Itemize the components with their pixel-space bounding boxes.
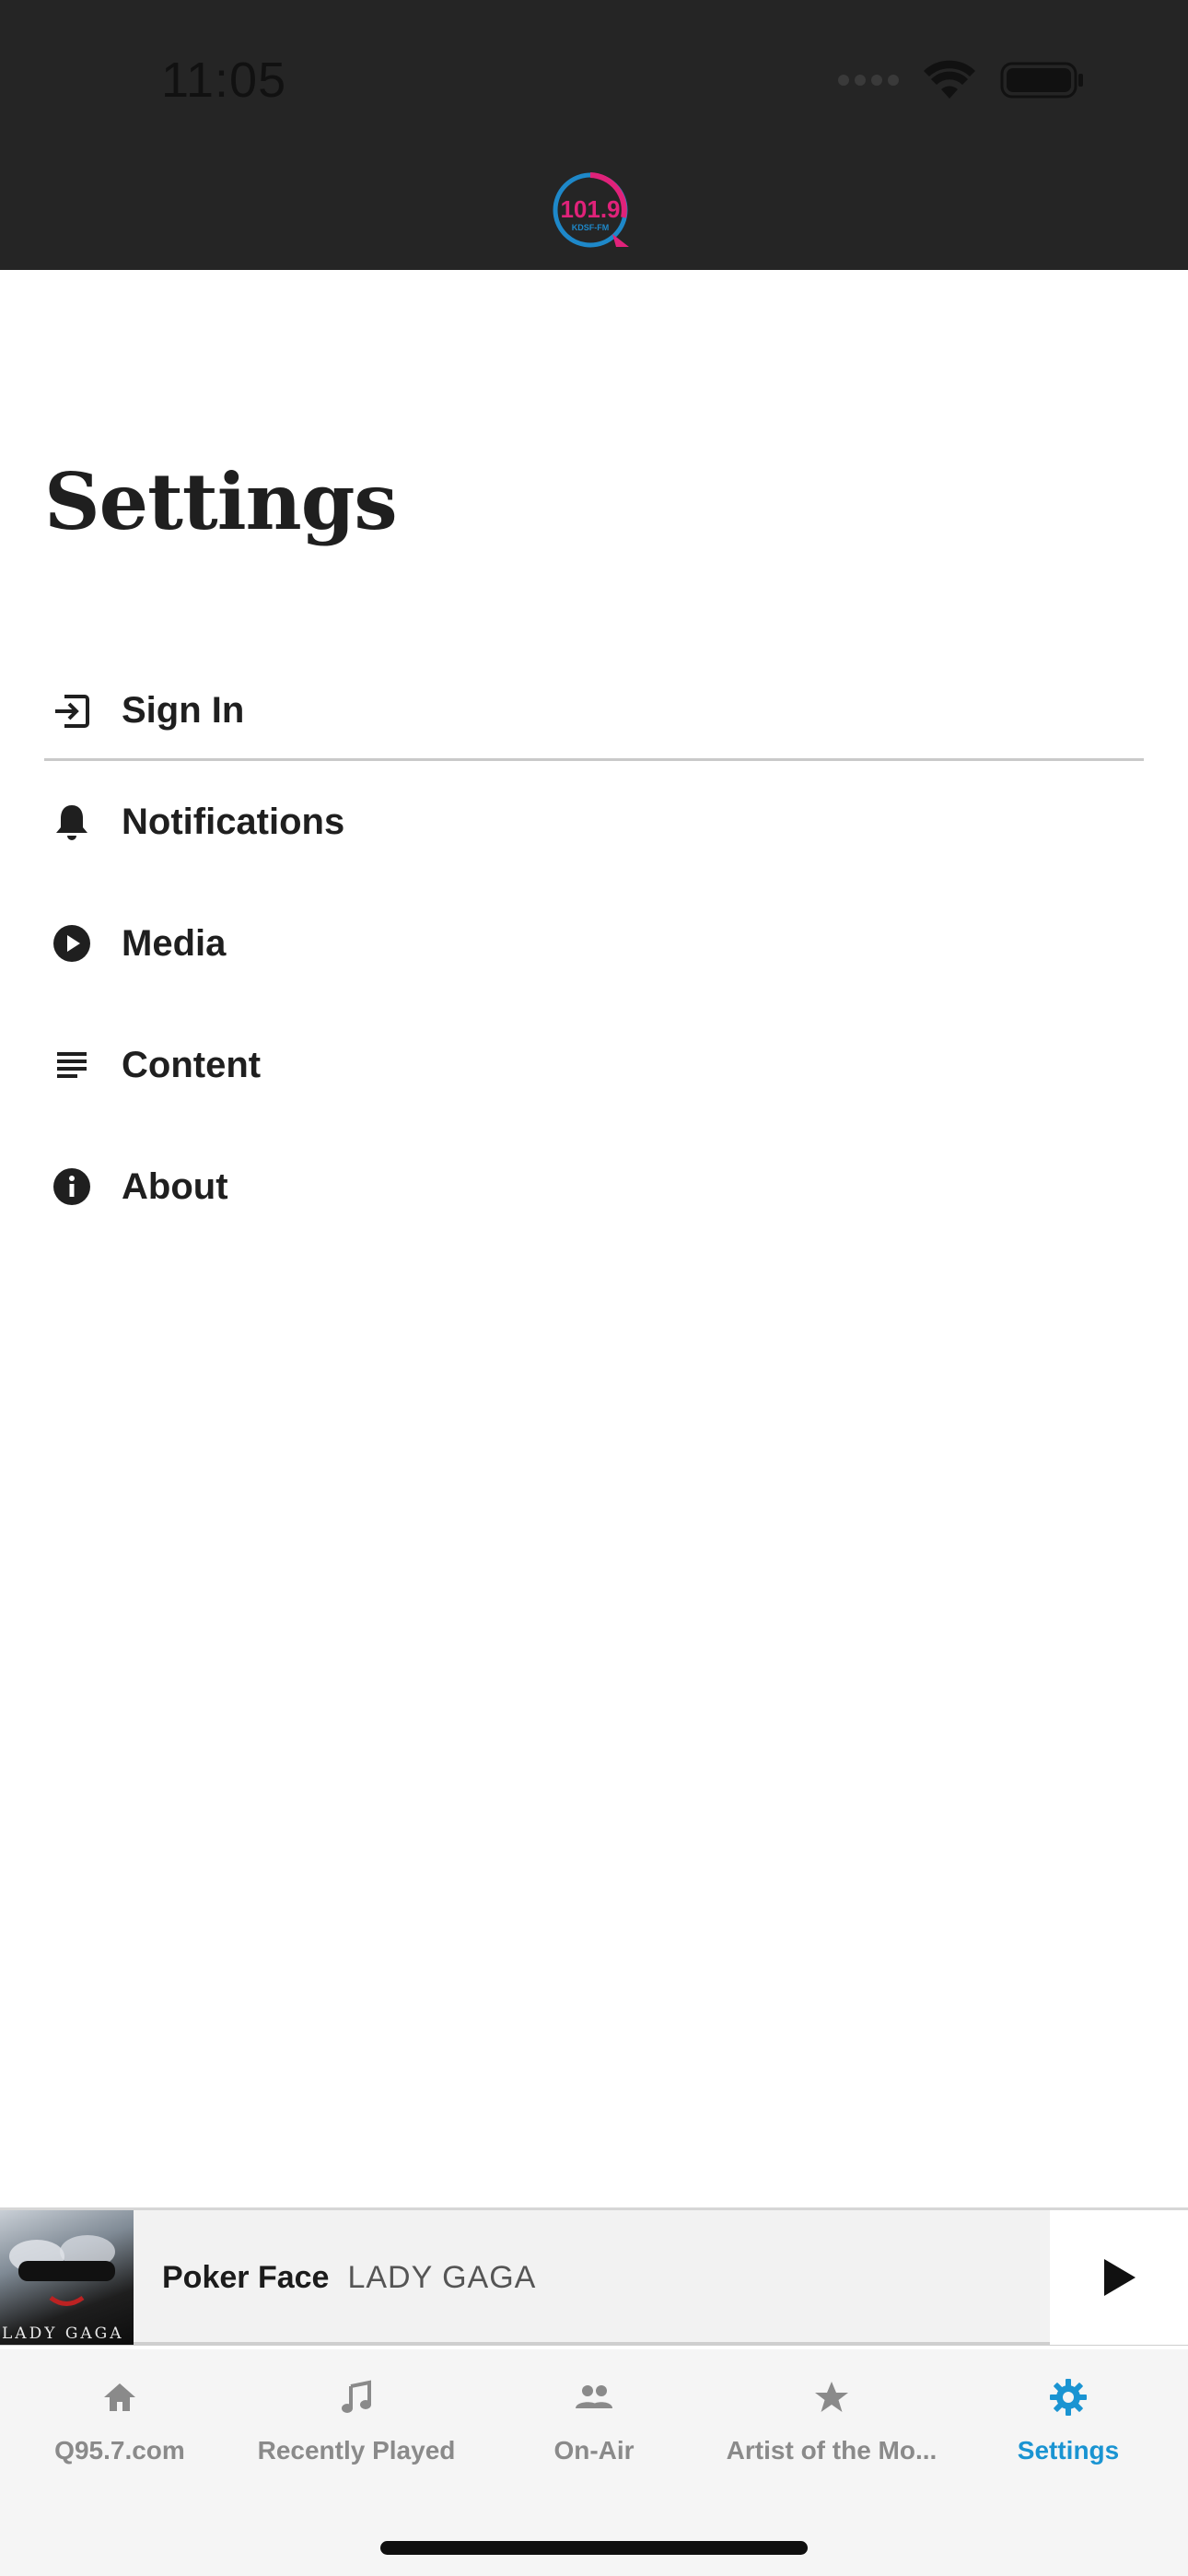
star-icon — [811, 2377, 852, 2418]
tab-home[interactable]: Q95.7.com — [0, 2377, 239, 2465]
status-time: 11:05 — [161, 53, 287, 108]
home-indicator[interactable] — [380, 2541, 808, 2555]
status-icons — [838, 57, 1085, 103]
tab-label-on-air: On-Air — [553, 2436, 635, 2465]
menu-item-about[interactable]: About — [44, 1126, 1144, 1247]
menu-item-sign-in[interactable]: Sign In — [44, 663, 1144, 761]
tab-label-recently-played: Recently Played — [257, 2436, 456, 2465]
tab-settings[interactable]: Settings — [949, 2377, 1188, 2465]
now-playing-info[interactable]: Poker Face LADY GAGA — [162, 2210, 536, 2345]
menu-label-notifications: Notifications — [122, 801, 345, 842]
tab-on-air[interactable]: On-Air — [474, 2377, 714, 2465]
tab-label-home: Q95.7.com — [54, 2436, 185, 2465]
menu-label-about: About — [122, 1165, 228, 1207]
info-icon — [44, 1159, 99, 1214]
now-playing-bar[interactable]: LADY GAGA Poker Face LADY GAGA — [0, 2207, 1188, 2346]
play-circle-icon — [44, 916, 99, 971]
menu-item-notifications[interactable]: Notifications — [44, 761, 1144, 883]
sign-in-icon — [44, 684, 99, 739]
bell-icon — [44, 794, 99, 849]
menu-label-content: Content — [122, 1044, 262, 1085]
wifi-icon — [924, 60, 975, 99]
logo-text: 101.9 — [560, 195, 620, 223]
play-button[interactable] — [1050, 2210, 1188, 2345]
cellular-signal-icon — [838, 75, 899, 86]
gear-icon — [1048, 2377, 1089, 2418]
settings-menu: Sign In Notifications Media Content Abou… — [44, 663, 1144, 1247]
album-caption: LADY GAGA — [2, 2324, 124, 2343]
menu-item-content[interactable]: Content — [44, 1004, 1144, 1126]
home-icon — [99, 2377, 140, 2418]
menu-label-media: Media — [122, 922, 227, 964]
tab-label-settings: Settings — [1017, 2436, 1120, 2465]
tab-label-artist-of-the-month: Artist of the Mo... — [726, 2436, 938, 2465]
menu-item-media[interactable]: Media — [44, 883, 1144, 1004]
song-title: Poker Face — [162, 2259, 330, 2295]
menu-label-sign-in: Sign In — [122, 690, 245, 731]
people-icon — [574, 2377, 614, 2418]
battery-icon — [1000, 62, 1083, 99]
station-logo[interactable]: 101.9 KDSF-FM — [548, 170, 640, 252]
lines-icon — [44, 1037, 99, 1093]
song-artist: LADY GAGA — [347, 2259, 537, 2295]
music-note-icon — [336, 2377, 377, 2418]
logo-subtext: KDSF-FM — [572, 223, 610, 232]
tab-recently-played[interactable]: Recently Played — [237, 2377, 476, 2465]
tab-artist-of-the-month[interactable]: Artist of the Mo... — [712, 2377, 951, 2465]
album-art: LADY GAGA — [0, 2210, 134, 2345]
page-title: Settings — [44, 456, 398, 547]
header-bar: 11:05 101.9 KDSF-FM — [0, 0, 1188, 270]
play-icon — [1104, 2259, 1136, 2296]
